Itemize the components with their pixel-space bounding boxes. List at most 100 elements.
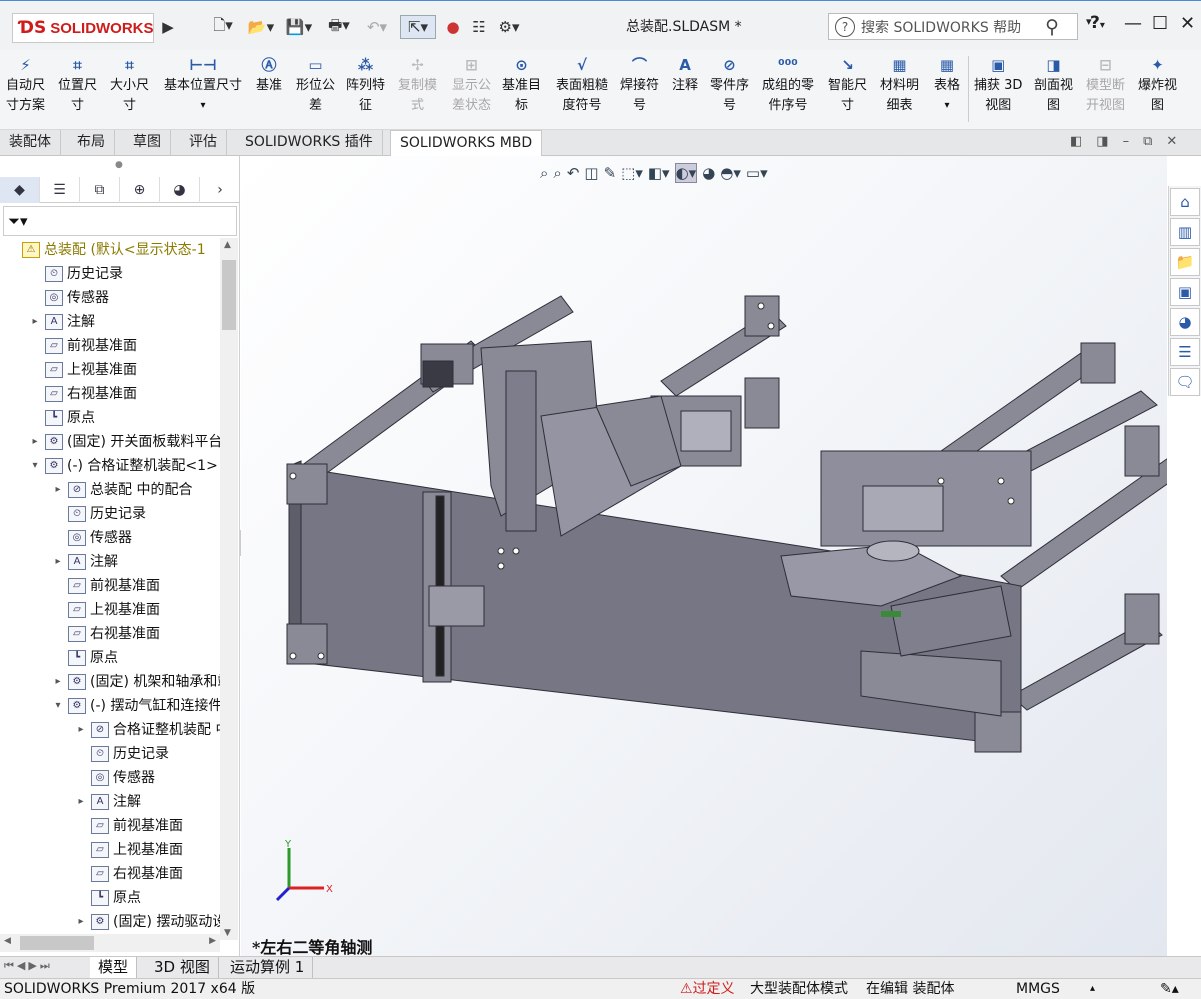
tree-item[interactable]: ▱ 上视基准面: [75, 838, 183, 862]
datum-target-button[interactable]: ⊙ 基准目标: [502, 54, 541, 116]
geometric-tolerance-button[interactable]: ▭ 形位公差: [296, 54, 335, 116]
tab-addins[interactable]: SOLIDWORKS 插件: [236, 130, 383, 156]
configuration-manager-tab-icon[interactable]: ⧉: [80, 177, 120, 203]
tree-item[interactable]: ◎ 传感器: [29, 286, 109, 310]
basic-location-dimension-button[interactable]: ⊢⊣ 基本位置尺寸 ▾: [164, 54, 242, 116]
zoom-to-area-icon[interactable]: ⌕: [553, 164, 561, 182]
tree-expander-icon[interactable]: ▾: [52, 694, 64, 718]
feature-manager-tab-icon[interactable]: ◆: [0, 177, 40, 203]
tree-item[interactable]: ▸ A 注解: [29, 310, 95, 334]
tree-expander-icon[interactable]: ▸: [75, 718, 87, 742]
home-icon[interactable]: ⌂: [1170, 188, 1200, 216]
design-library-icon[interactable]: ▥: [1170, 218, 1200, 246]
tree-horizontal-scrollbar[interactable]: ◀ ▶: [0, 934, 220, 952]
datum-button[interactable]: Ⓐ 基准: [256, 54, 282, 96]
tree-item[interactable]: ▸⚙(固定) 摆动驱动设备: [75, 910, 220, 934]
panel-more-icon[interactable]: ›: [200, 177, 240, 203]
dropdown-arrow-icon[interactable]: ▾: [944, 96, 949, 116]
tree-item[interactable]: ⏲ 历史记录: [29, 262, 123, 286]
tree-item[interactable]: ▱ 右视基准面: [52, 622, 160, 646]
tree-expander-icon[interactable]: ▸: [75, 910, 87, 934]
tree-item[interactable]: ◎ 传感器: [52, 526, 132, 550]
apply-scene-icon[interactable]: ◓▾: [720, 164, 741, 182]
tree-expander-icon[interactable]: ▸: [29, 310, 41, 334]
size-dimension-button[interactable]: ⌗ 大小尺寸: [110, 54, 149, 116]
exploded-view-button[interactable]: ✦ 爆炸视图: [1138, 54, 1177, 116]
location-dimension-button[interactable]: ⌗ 位置尺寸: [58, 54, 97, 116]
copy-scheme-button[interactable]: ✢ 复制模式: [398, 54, 437, 116]
tree-expander-icon[interactable]: ▾: [29, 454, 41, 478]
rebuild-icon[interactable]: ●: [444, 15, 462, 39]
edit-appearance-icon[interactable]: ◕: [702, 164, 715, 182]
menu-expand-icon[interactable]: ▶: [160, 15, 176, 39]
graphics-area[interactable]: Y X: [241, 156, 1167, 956]
display-style-icon[interactable]: ◧▾: [648, 164, 670, 182]
tree-item[interactable]: ▱ 前视基准面: [52, 574, 160, 598]
tree-item[interactable]: ┗ 原点: [29, 406, 95, 430]
tree-item[interactable]: ◎ 传感器: [75, 766, 155, 790]
minimize-icon[interactable]: —: [1124, 13, 1142, 34]
pattern-feature-button[interactable]: ⁂ 阵列特征: [346, 54, 385, 116]
tree-item[interactable]: ┗ 原点: [75, 886, 141, 910]
units-selector[interactable]: MMGS: [1016, 979, 1060, 999]
custom-properties-icon[interactable]: ☰: [1170, 338, 1200, 366]
tree-expander-icon[interactable]: ▸: [29, 430, 41, 454]
help-search-input[interactable]: ? 搜索 SOLIDWORKS 帮助 ⚲: [828, 13, 1078, 40]
tab-layout[interactable]: 布局: [68, 130, 115, 156]
notification-icon[interactable]: ✎▴: [1160, 979, 1179, 999]
tree-item[interactable]: ▸ A 注解: [75, 790, 141, 814]
search-icon[interactable]: ⚲: [1045, 16, 1059, 38]
show-tolerance-status-button[interactable]: ⊞ 显示公 差状态: [452, 54, 491, 116]
scroll-up-icon[interactable]: ▲: [224, 240, 231, 250]
zoom-to-fit-icon[interactable]: ⌕: [540, 164, 548, 182]
print-icon[interactable]: 🖶▾: [324, 15, 354, 39]
close-icon[interactable]: ✕: [1180, 13, 1195, 34]
options-icon[interactable]: ⚙▾: [494, 15, 524, 39]
undo-icon[interactable]: ↶▾: [362, 15, 392, 39]
solidworks-logo[interactable]: ƊS SOLIDWORKS: [12, 13, 154, 43]
weld-symbol-button[interactable]: ⌒ 焊接符号: [620, 54, 659, 116]
units-dropdown-icon[interactable]: ▴: [1090, 979, 1095, 999]
open-icon[interactable]: 📂▾: [246, 15, 276, 39]
new-document-icon[interactable]: 🗋▾: [208, 15, 238, 39]
tree-item[interactable]: ▱ 前视基准面: [75, 814, 183, 838]
tree-item[interactable]: ⏲ 历史记录: [75, 742, 169, 766]
tree-item[interactable]: ▱ 上视基准面: [52, 598, 160, 622]
dropdown-arrow-icon[interactable]: ▾: [200, 96, 205, 116]
tree-item[interactable]: ▸ A 注解: [52, 550, 118, 574]
tree-item[interactable]: ⏲ 历史记录: [52, 502, 146, 526]
tree-item[interactable]: ▱ 上视基准面: [29, 358, 137, 382]
previous-view-icon[interactable]: ↶: [567, 164, 580, 182]
bill-of-materials-button[interactable]: ▦ 材料明 细表: [880, 54, 919, 116]
tree-item[interactable]: ▸ ⊘ 合格证整机装配 中: [75, 718, 220, 742]
file-explorer-icon[interactable]: 📁: [1170, 248, 1200, 276]
tree-vertical-scrollbar[interactable]: ▲ ▼: [220, 238, 238, 940]
tree-item[interactable]: ▱ 前视基准面: [29, 334, 137, 358]
dynamic-annotation-icon[interactable]: ✎: [604, 164, 617, 182]
scroll-down-icon[interactable]: ▼: [224, 928, 231, 938]
section-view-icon[interactable]: ◫: [584, 164, 598, 182]
dimxpert-tab-icon[interactable]: ⊕: [120, 177, 160, 203]
tab-motion-study[interactable]: 运动算例 1: [222, 957, 314, 978]
forum-icon[interactable]: 🗨: [1170, 368, 1200, 396]
file-properties-icon[interactable]: ☷: [468, 15, 490, 39]
balloon-button[interactable]: ⊘ 零件序号: [710, 54, 749, 116]
hide-show-items-icon[interactable]: ◐▾: [674, 163, 698, 183]
tab-model[interactable]: 模型: [90, 957, 138, 978]
tree-expander-icon[interactable]: ▸: [75, 790, 87, 814]
table-button[interactable]: ▦ 表格 ▾: [934, 54, 960, 116]
tree-scroll-thumb[interactable]: [222, 260, 236, 330]
section-view-button[interactable]: ◨ 剖面视图: [1034, 54, 1073, 116]
auto-balloon-button[interactable]: ⁰⁰⁰ 成组的零 件序号: [762, 54, 814, 116]
panel-grip-icon[interactable]: ●: [115, 160, 123, 170]
tab-sketch[interactable]: 草图: [124, 130, 171, 156]
view-settings-icon[interactable]: ▭▾: [746, 164, 768, 182]
display-manager-tab-icon[interactable]: ◕: [160, 177, 200, 203]
auto-dimension-scheme-button[interactable]: ⚡ 自动尺 寸方案: [6, 54, 45, 116]
select-icon[interactable]: ⇱▾: [400, 15, 436, 39]
broken-out-view-button[interactable]: ⊟ 模型断 开视图: [1086, 54, 1125, 116]
help-button[interactable]: ?▾: [1090, 13, 1105, 33]
tree-filter-input[interactable]: ⏷▾: [3, 206, 237, 236]
tab-mbd[interactable]: SOLIDWORKS MBD: [390, 130, 543, 156]
tab-nav-arrows-icon[interactable]: ⏮◀▶⏭: [4, 959, 53, 973]
